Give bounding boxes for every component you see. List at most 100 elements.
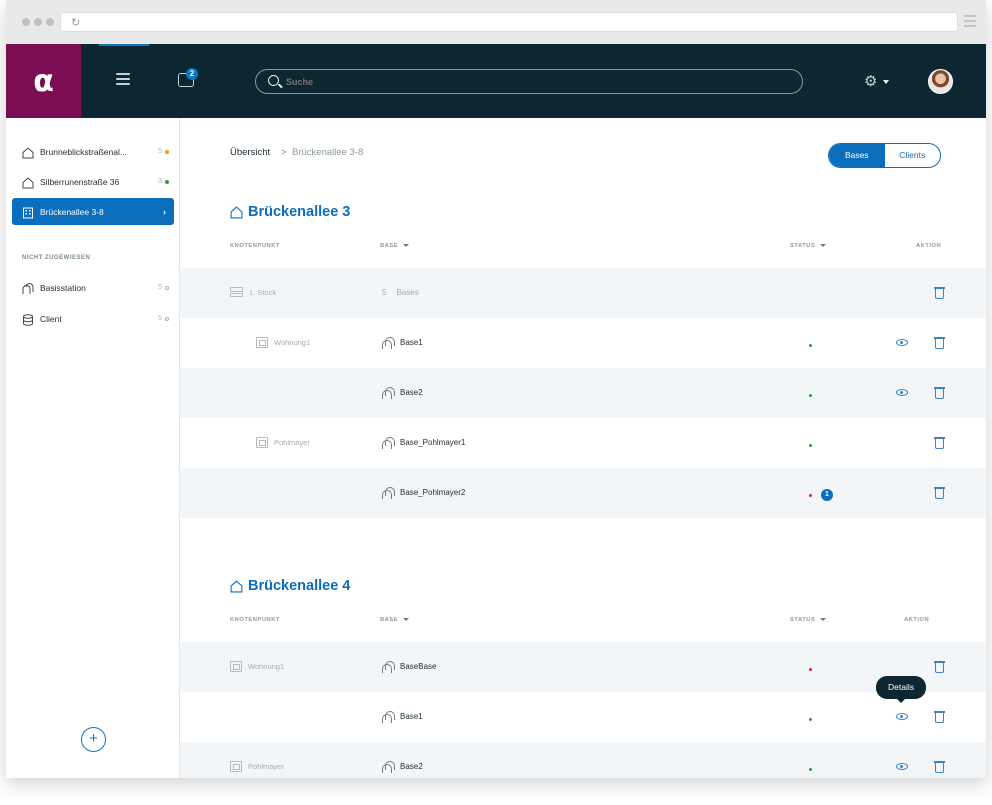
sidebar-item-brunneblick[interactable]: Brunneblickstraßenal... 5 xyxy=(12,138,174,165)
sidebar-item-count: 5 xyxy=(158,315,162,322)
trash-icon[interactable] xyxy=(934,711,945,723)
sidebar-item-label: Silberrunenstraße 36 xyxy=(40,176,120,187)
toggle-bases[interactable]: Bases xyxy=(829,144,885,167)
col-header-status[interactable]: STATUS xyxy=(790,243,827,249)
view-toggle: Bases Clients xyxy=(828,143,941,168)
base-icon xyxy=(382,437,395,449)
status-dot xyxy=(165,179,169,184)
building-icon xyxy=(22,206,34,218)
add-button[interactable]: + xyxy=(81,727,106,752)
status-dot xyxy=(809,344,812,347)
base-cell: Base1 xyxy=(382,711,423,723)
app-header: α 2 ⚙ xyxy=(6,44,986,118)
avatar[interactable] xyxy=(928,69,953,94)
sidebar-item-basisstation[interactable]: Basisstation 5 xyxy=(12,274,174,301)
breadcrumb-home[interactable]: Übersicht xyxy=(230,147,270,158)
window-dot[interactable] xyxy=(22,18,30,26)
reload-icon[interactable]: ↻ xyxy=(71,16,80,29)
eye-icon[interactable] xyxy=(896,339,908,346)
logo[interactable]: α xyxy=(6,44,81,118)
chevron-right-icon: › xyxy=(163,206,166,217)
base-cell: Base1 xyxy=(382,337,423,349)
toggle-clients[interactable]: Clients xyxy=(885,144,941,167)
col-header-base[interactable]: BASE xyxy=(380,243,410,249)
status-dot xyxy=(809,494,812,497)
status-dot xyxy=(809,768,812,771)
col-header-knotenpunkt: KNOTENPUNKT xyxy=(230,243,280,249)
table-row[interactable]: Base1 xyxy=(180,692,986,742)
trash-icon[interactable] xyxy=(934,287,945,299)
window-dot[interactable] xyxy=(34,18,42,26)
table-row[interactable]: Pohlmayer Base_Pohlmayer1 xyxy=(180,418,986,468)
table-row[interactable]: Pohlmayer Base2 xyxy=(180,742,986,778)
sort-icon xyxy=(403,617,410,621)
trash-icon[interactable] xyxy=(934,387,945,399)
table-row[interactable]: Wohnung1 Base1 xyxy=(180,318,986,368)
status-dot xyxy=(165,149,169,154)
node-label: Wohnung1 xyxy=(274,338,311,347)
node-label: 1. Stock xyxy=(249,288,277,297)
sidebar-item-silberrunen[interactable]: Silberrunenstraße 36 3 xyxy=(12,168,174,195)
sort-icon xyxy=(403,243,410,247)
main-content: Übersicht > Brückenallee 3-8 Bases Clien… xyxy=(180,118,986,778)
section-title: Brückenallee 4 xyxy=(230,578,350,594)
room-icon xyxy=(230,761,242,772)
base-cell: Base2 xyxy=(382,387,423,399)
table-row[interactable]: Base2 xyxy=(180,368,986,418)
browser-menu-icon[interactable] xyxy=(964,15,976,30)
chevron-down-icon[interactable] xyxy=(883,80,889,84)
table-row[interactable]: Base_Pohlmayer2 1 xyxy=(180,468,986,518)
col-header-label: BASE xyxy=(380,617,399,623)
gear-icon[interactable]: ⚙ xyxy=(864,73,877,89)
trash-icon[interactable] xyxy=(934,337,945,349)
chat-badge: 2 xyxy=(186,68,198,80)
table-row[interactable]: 1. Stock 5 Bases xyxy=(180,268,986,318)
eye-icon[interactable] xyxy=(896,713,908,720)
details-tooltip: Details xyxy=(876,676,926,703)
search-box[interactable] xyxy=(255,69,803,94)
search-input[interactable] xyxy=(286,74,786,90)
floor-icon xyxy=(230,287,243,298)
node-cell: Pohlmayer xyxy=(256,437,310,448)
sidebar-item-client[interactable]: Client 5 xyxy=(12,305,174,332)
node-cell: Wohnung1 xyxy=(256,337,310,348)
trash-icon[interactable] xyxy=(934,487,945,499)
table-row[interactable]: Wohnung1 BaseBase xyxy=(180,642,986,692)
base-label: BaseBase xyxy=(400,662,437,671)
status-dot xyxy=(165,285,169,290)
window-controls xyxy=(22,18,54,26)
issue-badge[interactable]: 1 xyxy=(821,489,833,501)
col-header-base[interactable]: BASE xyxy=(380,617,410,623)
status-dot xyxy=(809,444,812,447)
base-icon xyxy=(382,661,395,673)
house-icon xyxy=(230,205,243,218)
base-icon xyxy=(382,711,395,723)
base-count: 5 xyxy=(382,288,387,297)
sidebar-item-brueckenallee[interactable]: Brückenallee 3-8 › xyxy=(12,198,174,225)
address-bar[interactable]: ↻ xyxy=(60,12,958,32)
search-icon xyxy=(268,75,279,86)
col-header-label: STATUS xyxy=(790,243,816,249)
browser-chrome: ↻ xyxy=(6,0,986,44)
sort-icon xyxy=(820,617,827,621)
trash-icon[interactable] xyxy=(934,661,945,673)
col-header-status[interactable]: STATUS xyxy=(790,617,827,623)
eye-icon[interactable] xyxy=(896,389,908,396)
col-header-aktion: AKTION xyxy=(916,243,942,249)
window-dot[interactable] xyxy=(46,18,54,26)
section-title-text: Brückenallee 3 xyxy=(248,204,351,220)
breadcrumb-current: Brückenallee 3-8 xyxy=(292,147,364,158)
room-icon xyxy=(230,661,242,672)
room-icon xyxy=(256,437,268,448)
house-icon xyxy=(22,146,34,158)
active-nav-indicator xyxy=(99,44,149,46)
sidebar-item-label: Brunneblickstraßenal... xyxy=(40,146,127,157)
base-label: Base_Pohlmayer2 xyxy=(400,488,466,497)
trash-icon[interactable] xyxy=(934,761,945,773)
trash-icon[interactable] xyxy=(934,437,945,449)
eye-icon[interactable] xyxy=(896,763,908,770)
col-header-label: STATUS xyxy=(790,617,816,623)
sidebar-item-count: 5 xyxy=(158,284,162,291)
list-menu-icon[interactable] xyxy=(116,73,130,88)
base-icon xyxy=(22,282,34,294)
